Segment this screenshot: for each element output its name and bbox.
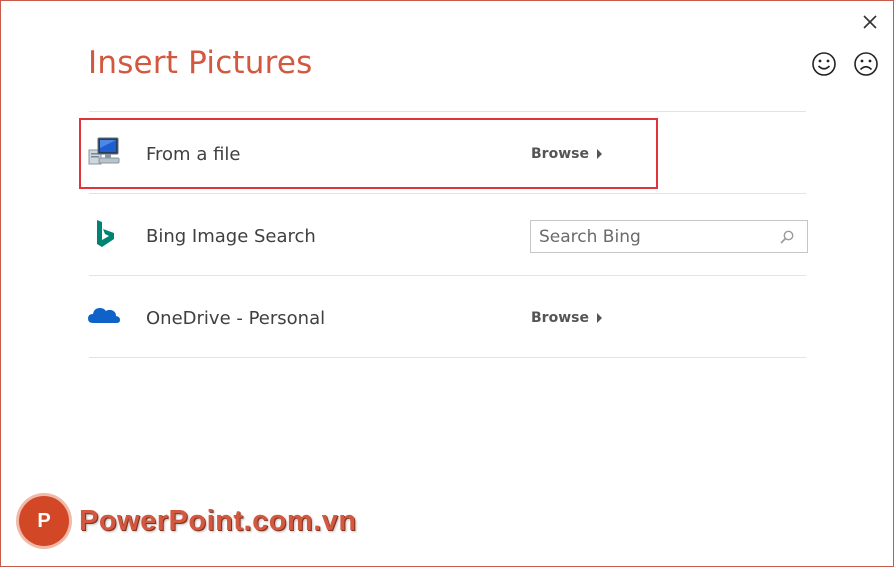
divider — [89, 193, 806, 194]
browse-label: Browse — [531, 146, 589, 162]
source-row-from-file[interactable]: From a file Browse — [81, 120, 805, 188]
bing-logo-icon — [97, 220, 114, 247]
search-icon[interactable] — [779, 229, 795, 245]
from-file-browse-button[interactable]: Browse — [531, 146, 602, 162]
bing-label: Bing Image Search — [146, 226, 316, 247]
watermark: P PowerPoint.com.vn — [19, 495, 357, 547]
bing-search-box — [530, 220, 808, 253]
divider — [89, 357, 806, 358]
browse-label: Browse — [531, 310, 589, 326]
bing-search-input[interactable] — [531, 221, 779, 252]
caret-right-icon — [596, 149, 602, 159]
dialog-title: Insert Pictures — [88, 45, 313, 81]
smiley-face-icon — [812, 52, 836, 76]
onedrive-browse-button[interactable]: Browse — [531, 310, 602, 326]
computer-icon — [88, 137, 120, 165]
close-button[interactable] — [859, 11, 881, 33]
onedrive-cloud-icon — [88, 308, 120, 323]
watermark-text: PowerPoint.com.vn — [79, 504, 357, 537]
source-row-onedrive[interactable]: OneDrive - Personal Browse — [81, 284, 805, 352]
divider — [89, 111, 806, 112]
logo-letter: P — [37, 509, 51, 532]
divider — [89, 275, 806, 276]
send-frown-button[interactable] — [853, 51, 879, 77]
source-row-bing: Bing Image Search — [81, 202, 808, 270]
powerpoint-logo-icon: P — [19, 496, 69, 546]
insert-pictures-dialog: Insert Pictures From a file Browse Bing … — [0, 0, 894, 567]
frowny-face-icon — [854, 52, 878, 76]
from-file-label: From a file — [146, 144, 241, 165]
send-smile-button[interactable] — [811, 51, 837, 77]
close-icon — [863, 15, 877, 29]
onedrive-label: OneDrive - Personal — [146, 308, 326, 329]
caret-right-icon — [596, 313, 602, 323]
